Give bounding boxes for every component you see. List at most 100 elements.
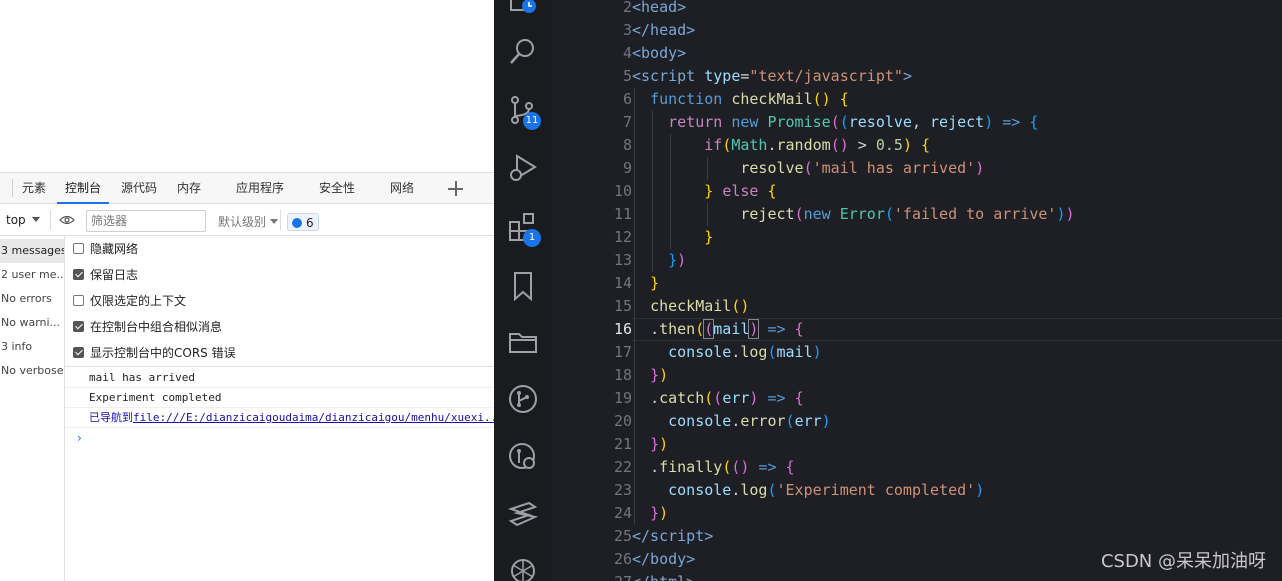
option-label: 隐藏网络 [90,242,139,256]
code-line: if(Math.random() > 0.5) { [704,136,931,154]
issues-badge[interactable]: 6 [287,213,319,231]
code-line: </head> [632,21,696,39]
checkbox[interactable] [73,243,84,254]
log-levels-label: 默认级别 [218,215,267,229]
code-line: }) [650,504,669,522]
line-number: 23 [613,481,632,499]
history-icon[interactable] [507,0,539,18]
line-number: 19 [613,389,632,407]
line-number: 27 [552,571,632,581]
sidebar-item-verbose[interactable]: No verbose [0,359,64,383]
line-number: 22 [613,458,632,476]
code-line: <body> [632,44,687,62]
git-lens-icon[interactable] [507,441,539,473]
code-area[interactable]: <head> </head> <body> <script type="text… [632,0,1282,581]
extensions-badge: 1 [523,229,541,247]
line-number: 17 [613,343,632,361]
checkbox[interactable] [73,295,84,306]
line-number: 24 [613,504,632,522]
line-number: 7 [622,113,632,131]
tab-application[interactable]: 应用程序 [236,173,284,204]
chevron-down-icon [270,219,279,224]
code-line: .catch((err) => { [650,389,804,407]
line-number: 2 [622,0,632,16]
code-line: reject(new Error('failed to arrive')) [740,205,1075,223]
add-tab-icon[interactable] [447,177,465,199]
line-number: 14 [613,274,632,292]
folder-icon[interactable] [507,326,539,358]
line-number: 13 [613,251,632,269]
search-icon[interactable] [507,36,539,68]
checkbox[interactable] [73,347,84,358]
code-line: }) [668,251,687,269]
toolbar-divider [50,210,51,230]
option-label: 保留日志 [90,268,139,282]
code-line: }) [650,366,669,384]
sidebar-item-errors[interactable]: No errors [0,287,64,311]
issues-count: 6 [306,216,314,230]
sidebar-item-info[interactable]: 3 info [0,335,64,359]
option-group-similar[interactable]: 在控制台中组合相似消息 [73,317,222,337]
stylelint-icon[interactable] [507,499,539,531]
tab-elements[interactable]: 元素 [22,173,46,204]
code-line: <head> [632,0,687,16]
option-preserve-log[interactable]: 保留日志 [73,265,138,285]
code-editor: 11 1 2 3 4 5 6 7 8 9 10 11 12 13 14 15 1… [494,0,1282,581]
console-toolbar: top 默认级别 6 [0,204,494,236]
eye-icon[interactable] [59,215,75,225]
checkbox[interactable] [73,269,84,280]
filter-input[interactable] [86,210,206,232]
tab-security[interactable]: 安全性 [319,173,355,204]
code-line: </script> [632,527,714,545]
toolbar-divider [280,210,281,230]
navigation-entry: 已导航到file:///E:/dianzicaigoudaima/dianzic… [65,408,494,428]
sidebar-item-user-messages[interactable]: 2 user me... [0,263,64,287]
navigation-link[interactable]: file:///E:/dianzicaigoudaima/dianzicaigo… [133,411,494,424]
tab-sources[interactable]: 源代码 [121,173,157,204]
tab-memory[interactable]: 内存 [177,173,201,204]
line-number-gutter: 2 3 4 5 6 7 8 9 10 11 12 13 14 15 16 17 … [552,0,632,581]
line-number: 11 [613,205,632,223]
extensions-icon[interactable]: 1 [507,211,541,247]
code-line: console.error(err) [668,412,831,430]
source-control-badge: 11 [523,112,541,130]
option-hide-network[interactable]: 隐藏网络 [73,239,138,259]
line-number: 25 [613,527,632,545]
message-icon [292,218,302,228]
devtools-tab-bar: 元素 控制台 源代码 内存 应用程序 安全性 网络 [0,172,494,204]
line-number: 4 [622,44,632,62]
source-control-icon[interactable]: 11 [507,94,541,130]
code-line: <script type="text/javascript"> [632,67,912,85]
code-line: .finally(() => { [650,458,795,476]
git-graph-icon[interactable] [507,383,539,415]
code-line: checkMail() [650,297,750,315]
log-levels-dropdown[interactable]: 默认级别 [218,213,279,230]
line-number: 18 [613,366,632,384]
code-line: } else { [704,182,777,200]
openai-icon[interactable] [507,555,539,581]
console-prompt[interactable]: › [77,431,82,445]
checkbox[interactable] [73,321,84,332]
code-line: resolve('mail has arrived') [740,159,985,177]
line-number: 20 [613,412,632,430]
line-number: 3 [622,21,632,39]
chevron-down-icon [31,217,40,222]
bookmark-icon[interactable] [507,270,539,302]
context-selector[interactable]: top [6,211,40,229]
tab-network[interactable]: 网络 [390,173,414,204]
code-line: console.log(mail) [668,343,822,361]
code-line: } [650,274,660,292]
line-number: 8 [622,136,632,154]
line-number: 6 [622,90,632,108]
code-line: console.log('Experiment completed') [668,481,985,499]
run-debug-icon[interactable] [507,152,539,184]
sidebar-item-warnings[interactable]: No warni... [0,311,64,335]
tab-console[interactable]: 控制台 [57,173,110,204]
line-number: 9 [622,159,632,177]
line-number: 15 [613,297,632,315]
option-selected-context-only[interactable]: 仅限选定的上下文 [73,291,186,311]
option-show-cors-errors[interactable]: 显示控制台中的CORS 错误 [73,343,236,363]
log-entry: Experiment completed [65,388,494,408]
line-number: 26 [613,550,632,568]
sidebar-item-messages[interactable]: 3 messages [0,239,64,263]
